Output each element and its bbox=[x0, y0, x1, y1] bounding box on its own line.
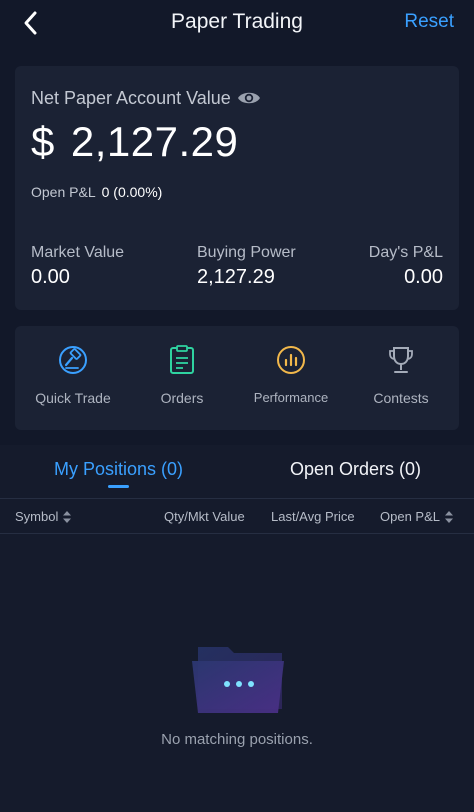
eye-icon[interactable] bbox=[237, 86, 261, 110]
hammer-icon bbox=[59, 346, 87, 374]
performance-button[interactable]: Performance bbox=[236, 344, 346, 405]
net-value-number: 2,127.29 bbox=[70, 118, 239, 165]
column-open-pl-label: Open P&L bbox=[380, 509, 440, 524]
account-summary-card: Net Paper Account Value $2,127.29 Open P… bbox=[15, 66, 459, 310]
net-account-label: Net Paper Account Value bbox=[31, 87, 231, 108]
positions-panel: My Positions (0) Open Orders (0) Symbol … bbox=[0, 445, 474, 812]
reset-button[interactable]: Reset bbox=[404, 11, 454, 33]
active-tab-indicator bbox=[108, 485, 129, 488]
column-symbol[interactable]: Symbol bbox=[15, 509, 72, 524]
empty-state-message: No matching positions. bbox=[161, 731, 313, 748]
buying-power-stat: Buying Power 2,127.29 bbox=[197, 244, 296, 289]
buying-power-label: Buying Power bbox=[197, 244, 296, 261]
market-value-stat: Market Value 0.00 bbox=[31, 244, 124, 289]
header: Paper Trading Reset bbox=[0, 0, 474, 50]
column-last-avg-price: Last/Avg Price bbox=[271, 509, 355, 524]
performance-label: Performance bbox=[253, 390, 329, 405]
open-pl-value: 0 (0.00%) bbox=[101, 184, 163, 200]
column-qty-label: Qty/Mkt Value bbox=[164, 509, 245, 524]
sort-icon bbox=[63, 510, 72, 523]
net-account-label-row: Net Paper Account Value bbox=[31, 86, 261, 110]
orders-button[interactable]: Orders bbox=[127, 344, 237, 406]
column-last-label: Last/Avg Price bbox=[271, 509, 355, 524]
contests-button[interactable]: Contests bbox=[346, 344, 456, 406]
quick-trade-label: Quick Trade bbox=[35, 390, 111, 406]
tab-open-orders[interactable]: Open Orders (0) bbox=[237, 459, 474, 480]
column-symbol-label: Symbol bbox=[15, 509, 59, 524]
open-pl-row: Open P&L 0 (0.00%) bbox=[31, 184, 162, 200]
days-pl-number: 0.00 bbox=[404, 266, 443, 288]
empty-folder-icon bbox=[192, 647, 284, 713]
quick-actions: Quick Trade Orders Performance Contests bbox=[15, 326, 459, 430]
contests-label: Contests bbox=[373, 390, 429, 406]
column-open-pl[interactable]: Open P&L bbox=[380, 509, 454, 524]
sort-icon bbox=[445, 510, 453, 523]
columns-divider bbox=[0, 533, 474, 534]
net-account-value: $2,127.29 bbox=[31, 118, 238, 166]
performance-icon bbox=[277, 346, 305, 374]
days-pl-stat: Day's P&L 0.00 bbox=[369, 244, 443, 289]
open-pl-label: Open P&L bbox=[31, 184, 96, 200]
tabs-divider bbox=[0, 498, 474, 499]
currency-symbol: $ bbox=[31, 118, 55, 165]
page-title: Paper Trading bbox=[171, 10, 303, 33]
orders-icon bbox=[170, 345, 194, 374]
trophy-icon bbox=[389, 347, 413, 373]
market-value-label: Market Value bbox=[31, 244, 125, 261]
orders-label: Orders bbox=[160, 390, 204, 406]
days-pl-label: Day's P&L bbox=[368, 244, 443, 261]
tab-my-positions[interactable]: My Positions (0) bbox=[0, 459, 237, 480]
market-value-number: 0.00 bbox=[31, 266, 70, 288]
quick-trade-button[interactable]: Quick Trade bbox=[18, 344, 128, 406]
column-qty-mkt-value: Qty/Mkt Value bbox=[164, 509, 245, 524]
buying-power-number: 2,127.29 bbox=[197, 266, 275, 288]
